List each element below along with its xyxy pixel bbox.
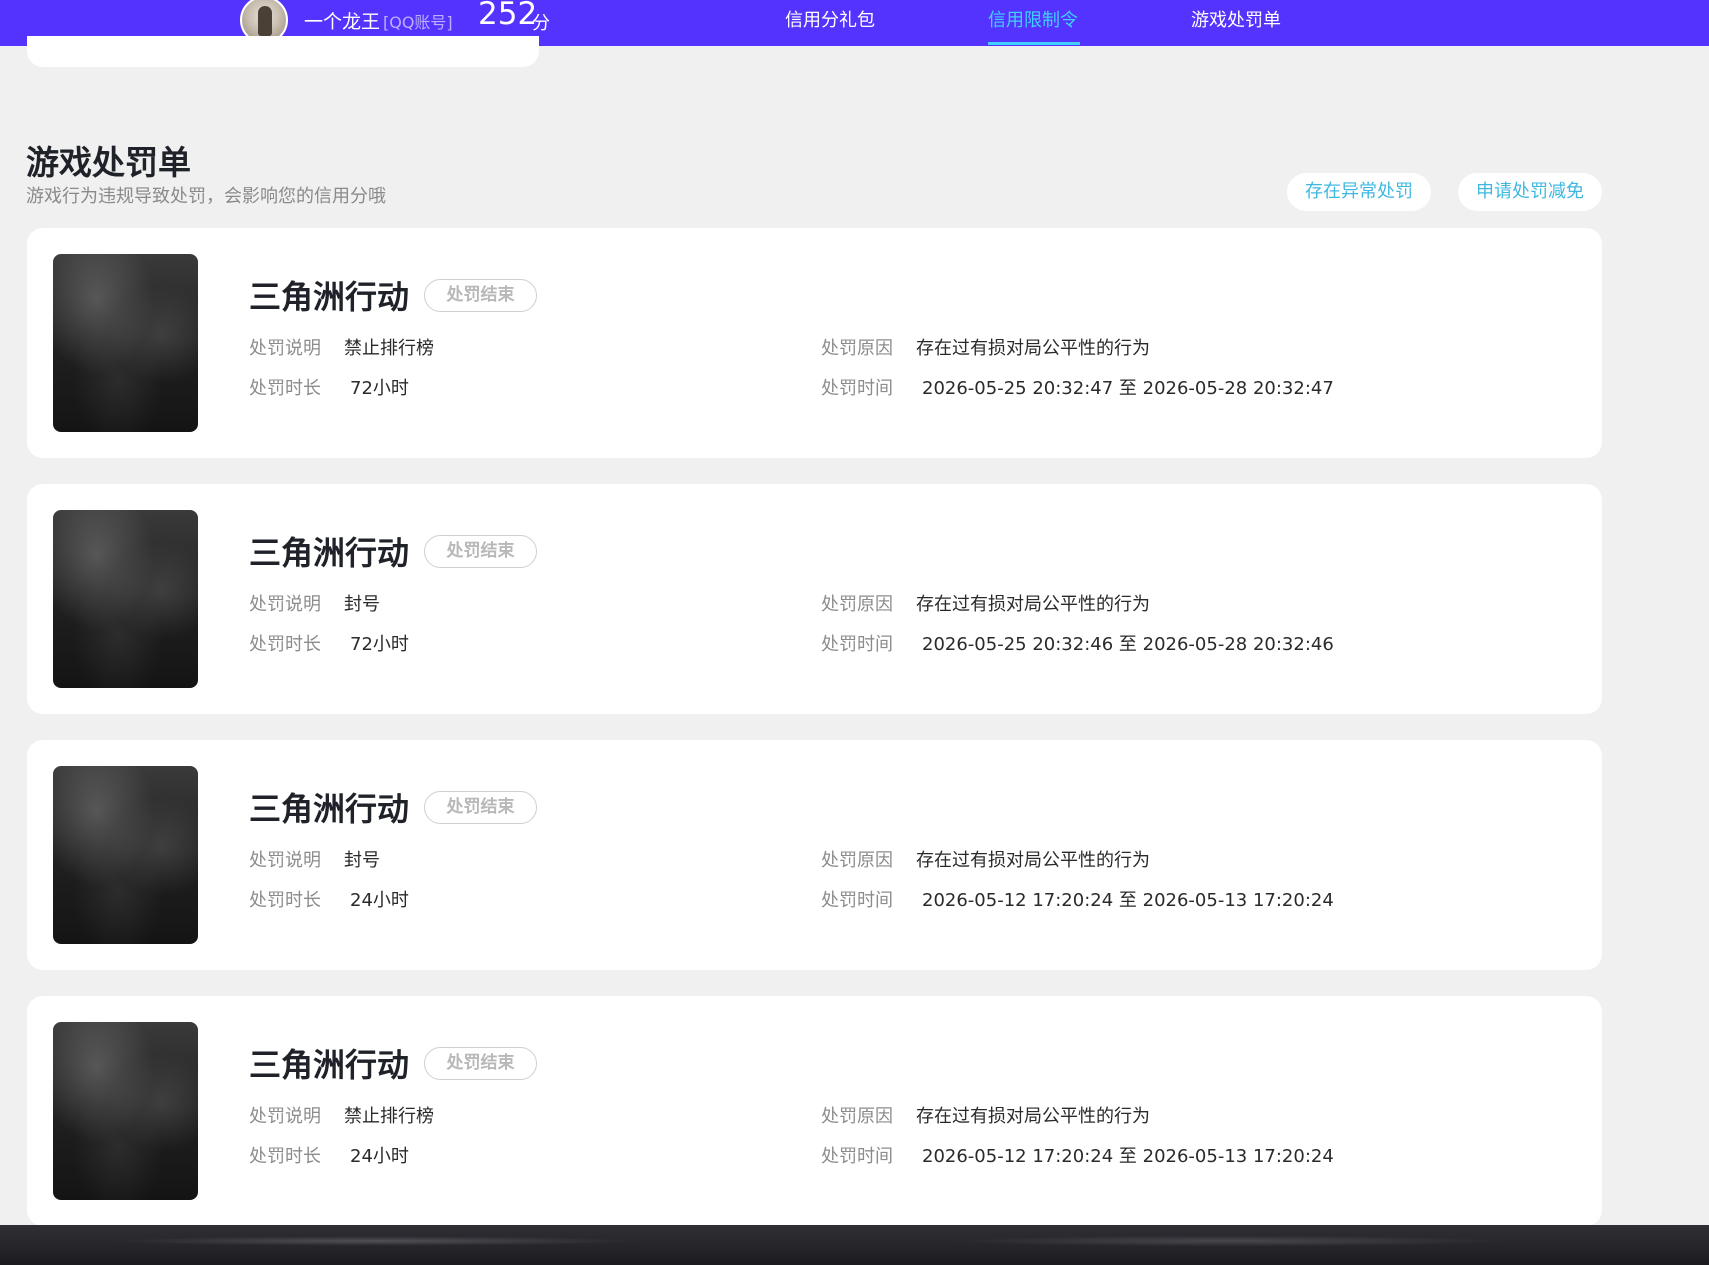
status-badge: 处罚结束	[424, 535, 537, 568]
description-value: 禁止排行榜	[344, 1106, 434, 1127]
time-label: 处罚时间	[821, 1146, 893, 1167]
account-type-label: [QQ账号]	[383, 13, 453, 32]
avatar-figure	[258, 6, 272, 36]
reason-label: 处罚原因	[821, 338, 893, 359]
description-label: 处罚说明	[249, 1106, 321, 1127]
previous-card-bottom	[27, 36, 539, 67]
duration-label: 处罚时长	[249, 378, 321, 399]
time-label: 处罚时间	[821, 634, 893, 655]
description-label: 处罚说明	[249, 850, 321, 871]
credit-score-value: 252	[478, 0, 538, 32]
game-name: 三角洲行动	[249, 790, 410, 828]
duration-label: 处罚时长	[249, 1146, 321, 1167]
description-value: 禁止排行榜	[344, 338, 434, 359]
time-value: 2026-05-12 17:20:24 至 2026-05-13 17:20:2…	[922, 890, 1334, 911]
duration-value: 24小时	[350, 890, 409, 911]
description-label: 处罚说明	[249, 338, 321, 359]
tab-credit-gift-pack[interactable]: 信用分礼包	[785, 6, 875, 32]
reason-value: 存在过有损对局公平性的行为	[916, 1106, 1150, 1127]
reason-value: 存在过有损对局公平性的行为	[916, 338, 1150, 359]
section-subtitle: 游戏行为违规导致处罚，会影响您的信用分哦	[26, 186, 386, 207]
tab-game-punishment-list[interactable]: 游戏处罚单	[1191, 6, 1281, 32]
punishment-card: 三角洲行动 处罚结束 处罚说明 禁止排行榜 处罚时长 24小时 处罚原因 存在过…	[27, 996, 1602, 1226]
description-value: 封号	[344, 594, 380, 615]
apply-reduction-button[interactable]: 申请处罚减免	[1458, 173, 1602, 211]
duration-label: 处罚时长	[249, 890, 321, 911]
reason-label: 处罚原因	[821, 1106, 893, 1127]
time-value: 2026-05-12 17:20:24 至 2026-05-13 17:20:2…	[922, 1146, 1334, 1167]
active-tab-indicator	[988, 42, 1080, 45]
description-label: 处罚说明	[249, 594, 321, 615]
duration-value: 72小时	[350, 634, 409, 655]
description-value: 封号	[344, 850, 380, 871]
punishment-card: 三角洲行动 处罚结束 处罚说明 封号 处罚时长 72小时 处罚原因 存在过有损对…	[27, 484, 1602, 714]
status-badge: 处罚结束	[424, 1047, 537, 1080]
game-thumbnail	[53, 1022, 198, 1200]
reason-value: 存在过有损对局公平性的行为	[916, 594, 1150, 615]
game-thumbnail	[53, 766, 198, 944]
section-title: 游戏处罚单	[26, 143, 191, 182]
reason-label: 处罚原因	[821, 850, 893, 871]
duration-value: 24小时	[350, 1146, 409, 1167]
punishment-card: 三角洲行动 处罚结束 处罚说明 封号 处罚时长 24小时 处罚原因 存在过有损对…	[27, 740, 1602, 970]
game-thumbnail	[53, 510, 198, 688]
duration-value: 72小时	[350, 378, 409, 399]
time-label: 处罚时间	[821, 890, 893, 911]
punishment-card: 三角洲行动 处罚结束 处罚说明 禁止排行榜 处罚时长 72小时 处罚原因 存在过…	[27, 228, 1602, 458]
tab-credit-restriction-order[interactable]: 信用限制令	[988, 6, 1078, 32]
game-name: 三角洲行动	[249, 1046, 410, 1084]
abnormal-punishment-button[interactable]: 存在异常处罚	[1287, 173, 1431, 211]
game-name: 三角洲行动	[249, 278, 410, 316]
game-name: 三角洲行动	[249, 534, 410, 572]
user-nickname: 一个龙王	[304, 11, 381, 33]
status-badge: 处罚结束	[424, 791, 537, 824]
time-label: 处罚时间	[821, 378, 893, 399]
bottom-banner	[0, 1225, 1709, 1265]
duration-label: 处罚时长	[249, 634, 321, 655]
time-value: 2026-05-25 20:32:46 至 2026-05-28 20:32:4…	[922, 634, 1334, 655]
reason-label: 处罚原因	[821, 594, 893, 615]
credit-score-unit: 分	[532, 13, 550, 34]
game-thumbnail	[53, 254, 198, 432]
time-value: 2026-05-25 20:32:47 至 2026-05-28 20:32:4…	[922, 378, 1334, 399]
status-badge: 处罚结束	[424, 279, 537, 312]
reason-value: 存在过有损对局公平性的行为	[916, 850, 1150, 871]
